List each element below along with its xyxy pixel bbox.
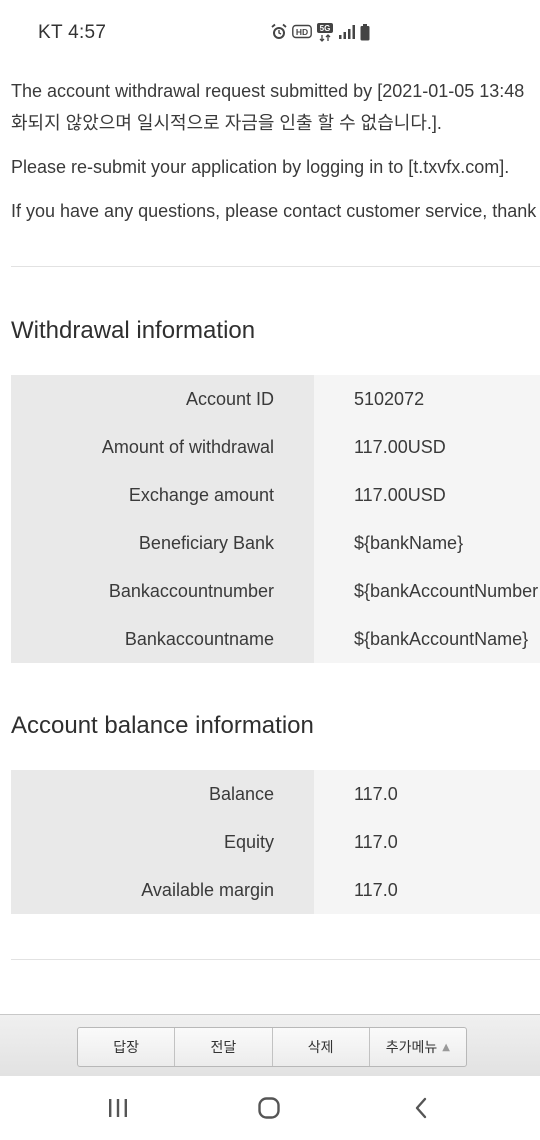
more-menu-label: 추가메뉴 [385, 1040, 438, 1056]
beneficiary-bank-label: Beneficiary Bank [11, 519, 314, 567]
status-icons: HD 5G [270, 22, 370, 42]
available-margin-value: 117.0 [314, 866, 540, 914]
5g-icon: 5G [316, 22, 334, 42]
status-bar: KT 4:57 HD 5G [0, 0, 540, 64]
hd-icon: HD [292, 24, 312, 40]
email-paragraph-request: The account withdrawal request submitted… [11, 81, 525, 101]
bank-account-number-value: ${bankAccountNumber [314, 567, 540, 615]
table-row: Account ID 5102072 [11, 375, 540, 423]
email-body: The account withdrawal request submitted… [0, 64, 540, 1014]
email-paragraph-korean: 화되지 않았으며 일시적으로 자금을 인출 할 수 없습니다.]. [11, 113, 442, 133]
withdrawal-info-title: Withdrawal information [11, 317, 256, 344]
divider [11, 266, 540, 267]
email-paragraph-resubmit: Please re-submit your application by log… [11, 157, 510, 177]
table-row: Amount of withdrawal 117.00USD [11, 423, 540, 471]
reply-button[interactable]: 답장 [78, 1028, 176, 1066]
status-carrier-time: KT 4:57 [38, 22, 107, 43]
forward-button[interactable]: 전달 [175, 1028, 273, 1066]
balance-label: Balance [11, 770, 314, 818]
bank-account-name-label: Bankaccountname [11, 615, 314, 663]
withdrawal-amount-label: Amount of withdrawal [11, 423, 314, 471]
recents-icon [109, 1099, 127, 1117]
caret-up-icon: ▲ [442, 1041, 450, 1053]
balance-info-title: Account balance information [11, 712, 314, 739]
divider [11, 959, 540, 960]
table-row: Bankaccountnumber ${bankAccountNumber [11, 567, 540, 615]
email-action-toolbar: 답장 전달 삭제 추가메뉴 ▲ [0, 1014, 540, 1076]
exchange-amount-value: 117.00USD [314, 471, 540, 519]
home-button[interactable] [249, 1094, 289, 1122]
alarm-icon [270, 23, 288, 41]
bank-account-number-label: Bankaccountnumber [11, 567, 314, 615]
action-button-group: 답장 전달 삭제 추가메뉴 ▲ [77, 1027, 467, 1067]
equity-value: 117.0 [314, 818, 540, 866]
table-row: Bankaccountname ${bankAccountName} [11, 615, 540, 663]
svg-text:HD: HD [296, 27, 308, 37]
withdrawal-info-table: Account ID 5102072 Amount of withdrawal … [11, 375, 540, 663]
exchange-amount-label: Exchange amount [11, 471, 314, 519]
back-button[interactable] [401, 1094, 441, 1122]
equity-label: Equity [11, 818, 314, 866]
bank-account-name-value: ${bankAccountName} [314, 615, 540, 663]
table-row: Exchange amount 117.00USD [11, 471, 540, 519]
more-menu-button[interactable]: 추가메뉴 ▲ [370, 1028, 466, 1066]
table-row: Balance 117.0 [11, 770, 540, 818]
account-id-value: 5102072 [314, 375, 540, 423]
account-id-label: Account ID [11, 375, 314, 423]
table-row: Equity 117.0 [11, 818, 540, 866]
withdrawal-amount-value: 117.00USD [314, 423, 540, 471]
balance-value: 117.0 [314, 770, 540, 818]
available-margin-label: Available margin [11, 866, 314, 914]
email-paragraph-contact: If you have any questions, please contac… [11, 201, 537, 221]
signal-icon [338, 24, 356, 40]
back-icon [415, 1097, 427, 1119]
recents-button[interactable] [98, 1094, 138, 1122]
balance-info-table: Balance 117.0 Equity 117.0 Available mar… [11, 770, 540, 914]
battery-icon [360, 23, 370, 41]
android-navigation-bar [0, 1076, 540, 1140]
beneficiary-bank-value: ${bankName} [314, 519, 540, 567]
svg-text:5G: 5G [320, 24, 331, 33]
delete-button[interactable]: 삭제 [273, 1028, 370, 1066]
home-icon [258, 1097, 280, 1119]
table-row: Beneficiary Bank ${bankName} [11, 519, 540, 567]
table-row: Available margin 117.0 [11, 866, 540, 914]
